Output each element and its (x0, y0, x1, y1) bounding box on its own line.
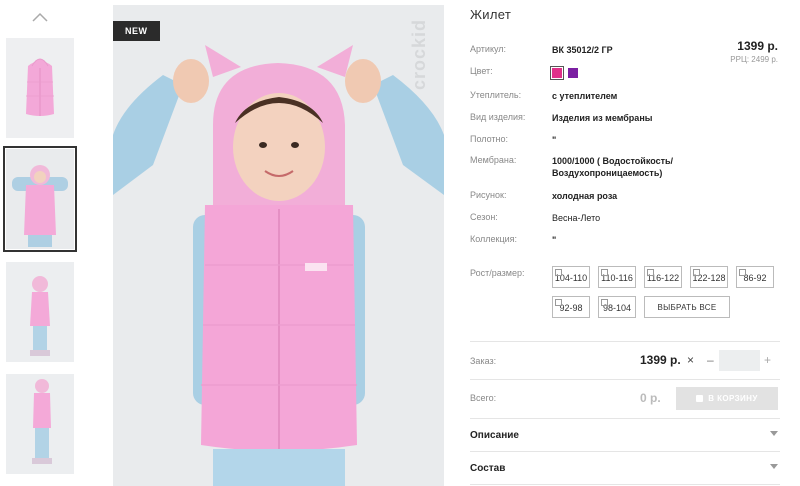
size-option[interactable]: 92-98 (552, 296, 590, 318)
select-all-sizes-button[interactable]: ВЫБРАТЬ ВСЕ (644, 296, 730, 318)
sizes-label: Рост/размер: (470, 268, 525, 278)
detail-label: Коллекция: (470, 234, 518, 244)
detail-label: Полотно: (470, 134, 509, 144)
accordion-composition[interactable]: Состав (470, 463, 780, 474)
color-swatches (550, 65, 581, 80)
order-label: Заказ: (470, 356, 497, 366)
divider (470, 341, 780, 342)
detail-value: с утеплителем (552, 91, 618, 101)
total-value: 0 р. (640, 391, 661, 405)
detail-label: Вид изделия: (470, 112, 526, 122)
detail-label: Цвет: (470, 66, 493, 76)
size-option[interactable]: 104-110 (552, 266, 590, 288)
brand-watermark: crockid (409, 19, 429, 91)
size-option[interactable]: 98-104 (598, 296, 636, 318)
quantity-input[interactable] (719, 350, 760, 371)
divider (470, 484, 780, 485)
divider (470, 379, 780, 380)
divider (470, 451, 780, 452)
total-label: Всего: (470, 393, 497, 403)
add-to-cart-label: В КОРЗИНУ (708, 394, 758, 403)
detail-label: Сезон: (470, 212, 498, 222)
color-swatch-purple[interactable] (567, 67, 578, 78)
quantity-increment-button[interactable]: + (764, 353, 771, 367)
detail-label: Рисунок: (470, 190, 507, 200)
thumbnail-4[interactable] (6, 374, 74, 474)
size-option[interactable]: 116-122 (644, 266, 682, 288)
detail-value: " (552, 235, 557, 245)
detail-value: ВК 35012/2 ГР (552, 45, 613, 55)
detail-value: Изделия из мембраны (552, 113, 653, 123)
size-option[interactable]: 122-128 (690, 266, 728, 288)
main-product-image[interactable]: NEW crockid (113, 5, 444, 486)
thumbnail-column (0, 0, 82, 486)
size-option[interactable]: 110-116 (598, 266, 636, 288)
product-price: 1399 р. (737, 39, 778, 53)
size-option[interactable]: 86-92 (736, 266, 774, 288)
quantity-decrement-button[interactable]: – (707, 353, 714, 367)
accordion-description[interactable]: Описание (470, 430, 780, 441)
accordion-label: Описание (470, 430, 519, 441)
accordion-label: Состав (470, 463, 506, 474)
thumbnail-3[interactable] (6, 262, 74, 362)
color-swatch-pink[interactable] (550, 65, 564, 80)
rrc-price: РРЦ: 2499 р. (730, 55, 778, 64)
product-title: Жилет (470, 7, 512, 22)
detail-value: Весна-Лето (552, 213, 601, 223)
add-to-cart-button[interactable]: В КОРЗИНУ (676, 387, 778, 410)
thumbnail-2[interactable] (3, 146, 77, 252)
chevron-down-icon (770, 431, 778, 436)
chevron-up-icon[interactable] (30, 10, 50, 24)
order-price: 1399 р. (640, 353, 681, 367)
chevron-down-icon (770, 464, 778, 469)
new-badge: NEW (113, 21, 160, 41)
thumbnail-1[interactable] (6, 38, 74, 138)
cart-icon (696, 395, 704, 403)
detail-label: Утеплитель: (470, 90, 522, 100)
remove-icon[interactable]: × (687, 353, 694, 367)
detail-label: Артикул: (470, 44, 507, 54)
detail-value: " (552, 135, 557, 145)
detail-label: Мембрана: (470, 155, 517, 165)
detail-value: 1000/1000 ( Водостойкость/ Воздухопрониц… (552, 156, 674, 178)
divider (470, 418, 780, 419)
detail-value: холодная роза (552, 191, 618, 201)
